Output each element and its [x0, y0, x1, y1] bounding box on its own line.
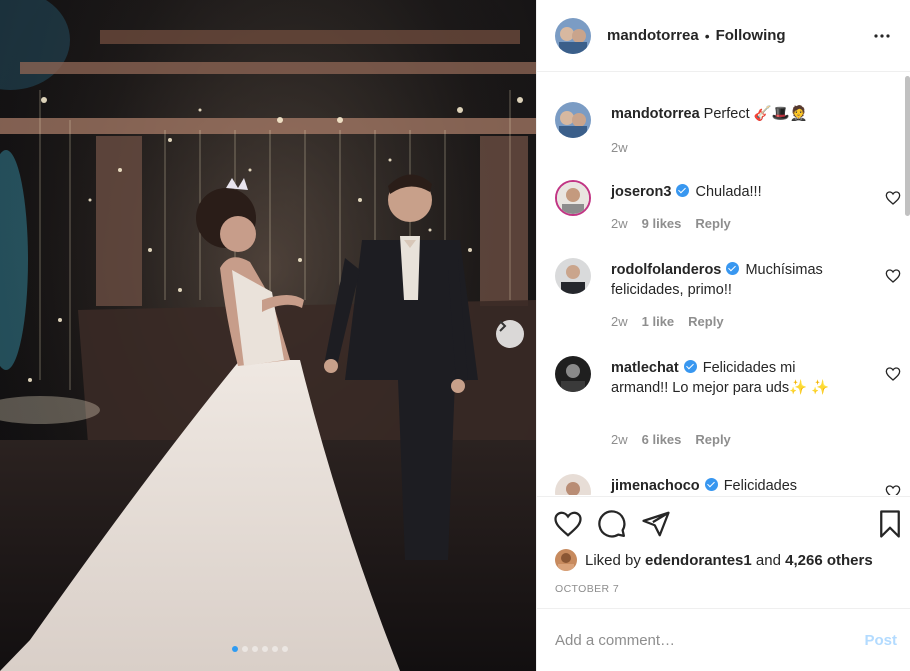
author-username[interactable]: mandotorrea: [607, 27, 699, 44]
heart-icon[interactable]: [553, 509, 583, 539]
comment-username[interactable]: joseron3: [611, 184, 671, 200]
avatar[interactable]: [555, 180, 591, 216]
comment-likes[interactable]: 6 likes: [642, 432, 682, 447]
comments-scrollbar[interactable]: [905, 76, 910, 216]
comment-meta: 2w 1 like Reply: [611, 314, 724, 329]
comment-text: Chulada!!!: [695, 184, 762, 200]
comment-meta: 2w 9 likes Reply: [611, 216, 731, 231]
carousel-dot: [242, 646, 248, 652]
comment-time[interactable]: 2w: [611, 140, 628, 155]
comment-time[interactable]: 2w: [611, 216, 628, 231]
comment-meta: 2w 6 likes Reply: [611, 432, 731, 447]
avatar[interactable]: [555, 102, 591, 138]
carousel-dot: [262, 646, 268, 652]
comment-icon[interactable]: [597, 509, 627, 539]
wedding-photo-illustration: [0, 0, 536, 671]
instagram-post: mandotorrea • Following mandotorrea Perf…: [0, 0, 910, 671]
carousel-dot: [282, 646, 288, 652]
more-options-button[interactable]: [870, 24, 894, 48]
post-actions: Liked by edendorantes1 and 4,266 others …: [537, 496, 910, 608]
comment-username[interactable]: matlechat: [611, 360, 679, 376]
comment-likes[interactable]: 9 likes: [642, 216, 682, 231]
reply-button[interactable]: Reply: [695, 216, 730, 231]
avatar[interactable]: [555, 474, 591, 495]
comment-body: rodolfolanderos Muchísimas felicidades, …: [611, 260, 847, 300]
comment-username[interactable]: jimenachoco: [611, 478, 700, 494]
comment-text: Perfect 🎸🎩🤵: [703, 106, 808, 122]
action-icon-row: [553, 509, 901, 539]
avatar[interactable]: [555, 17, 591, 54]
comment-username[interactable]: rodolfolanderos: [611, 262, 721, 278]
heart-icon[interactable]: [885, 190, 901, 206]
post-photo[interactable]: [0, 0, 536, 671]
reply-button[interactable]: Reply: [688, 314, 723, 329]
comment-time[interactable]: 2w: [611, 432, 628, 447]
liked-by-and: and: [755, 551, 781, 569]
liked-by: Liked by edendorantes1 and 4,266 others: [555, 549, 873, 571]
heart-icon[interactable]: [885, 268, 901, 284]
comment-likes[interactable]: 1 like: [642, 314, 675, 329]
comments-list[interactable]: mandotorrea Perfect 🎸🎩🤵 2w joseron3 Chul…: [537, 76, 907, 495]
post-header: mandotorrea • Following: [537, 0, 910, 72]
carousel-next-button[interactable]: [496, 320, 524, 348]
carousel-dots: [232, 646, 288, 652]
comment-body: matlechat Felicidades mi armand!! Lo mej…: [611, 358, 847, 398]
post-side-panel: mandotorrea • Following mandotorrea Perf…: [536, 0, 910, 671]
post-date[interactable]: OCTOBER 7: [555, 583, 619, 595]
share-icon[interactable]: [641, 509, 671, 539]
comment-username[interactable]: mandotorrea: [611, 106, 700, 122]
avatar[interactable]: [555, 258, 591, 294]
liked-by-prefix: Liked by: [585, 551, 641, 569]
bookmark-icon[interactable]: [875, 509, 905, 539]
more-icon: [874, 34, 890, 38]
comment-body: mandotorrea Perfect 🎸🎩🤵: [611, 104, 847, 124]
comment-time[interactable]: 2w: [611, 314, 628, 329]
avatar[interactable]: [555, 356, 591, 392]
liked-by-user[interactable]: edendorantes1: [645, 552, 752, 569]
reply-button[interactable]: Reply: [695, 432, 730, 447]
verified-icon: [704, 478, 718, 491]
comment-meta: 2w: [611, 140, 628, 155]
carousel-dot: [232, 646, 238, 652]
carousel-dot: [272, 646, 278, 652]
comment-text: Felicidades: [723, 478, 798, 494]
liked-by-others[interactable]: 4,266 others: [785, 552, 873, 569]
heart-icon[interactable]: [885, 366, 901, 382]
verified-icon: [683, 360, 697, 373]
avatar[interactable]: [555, 549, 577, 571]
comment-input[interactable]: [555, 631, 845, 649]
heart-icon[interactable]: [885, 484, 901, 495]
carousel-dot: [252, 646, 258, 652]
chevron-right-icon: [499, 320, 507, 332]
following-button[interactable]: Following: [716, 27, 786, 44]
follow-separator: •: [704, 27, 710, 44]
verified-icon: [676, 184, 690, 197]
verified-icon: [726, 262, 740, 275]
post-comment-button[interactable]: Post: [864, 632, 897, 649]
add-comment-bar: Post: [537, 608, 910, 671]
comment-body: jimenachoco Felicidades: [611, 476, 847, 495]
comment-body: joseron3 Chulada!!!: [611, 182, 847, 202]
